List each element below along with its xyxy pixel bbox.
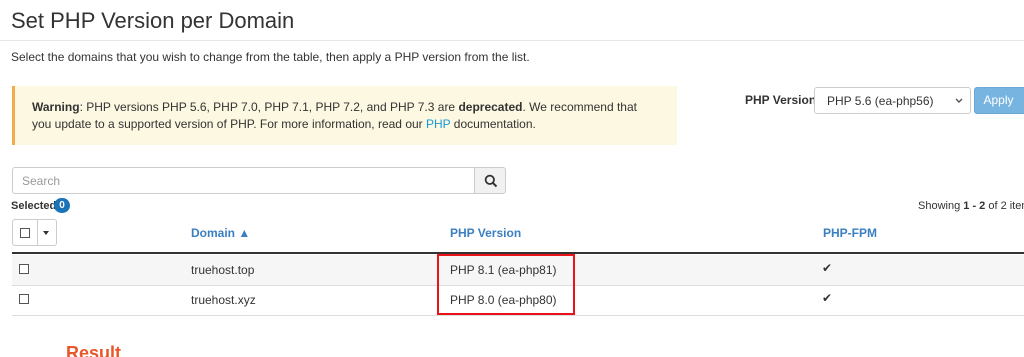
deprecation-warning: Warning: PHP versions PHP 5.6, PHP 7.0, …	[12, 86, 677, 145]
warning-label: Warning	[32, 100, 80, 114]
pagination-prefix: Showing	[918, 200, 964, 212]
search-bar	[12, 167, 506, 194]
table-row[interactable]: truehost.top PHP 8.1 (ea-php81) ✔	[12, 255, 1024, 285]
php-version-cell: PHP 8.0 (ea-php80)	[450, 293, 557, 307]
domain-cell: truehost.xyz	[191, 293, 256, 307]
php-version-select[interactable]: PHP 5.6 (ea-php56)	[814, 87, 971, 114]
select-all-checkbox[interactable]	[20, 228, 30, 238]
chevron-down-icon	[954, 94, 964, 111]
partial-section-heading: Result	[66, 343, 122, 357]
selected-count-badge: 0	[54, 198, 70, 213]
column-header-php-fpm[interactable]: PHP-FPM	[823, 226, 877, 240]
column-header-domain[interactable]: Domain ▲	[191, 226, 250, 240]
search-input[interactable]	[12, 167, 475, 194]
column-header-php-version[interactable]: PHP Version	[450, 226, 521, 240]
selected-label: Selected	[11, 200, 57, 212]
row-checkbox[interactable]	[19, 294, 29, 304]
php-version-cell: PHP 8.1 (ea-php81)	[450, 263, 557, 277]
domain-cell: truehost.top	[191, 263, 255, 277]
apply-button[interactable]: Apply	[974, 87, 1024, 114]
caret-down-icon[interactable]	[43, 231, 49, 235]
page-title: Set PHP Version per Domain	[11, 8, 295, 33]
page-description: Select the domains that you wish to chan…	[11, 50, 530, 64]
table-row[interactable]: truehost.xyz PHP 8.0 (ea-php80) ✔	[12, 286, 1024, 316]
search-icon	[484, 174, 498, 193]
bulk-select-dropdown[interactable]	[12, 219, 57, 246]
pagination-summary: Showing 1 - 2 of 2 items	[918, 200, 1024, 212]
pagination-range: 1 - 2	[963, 200, 986, 212]
php-version-selected: PHP 5.6 (ea-php56)	[827, 94, 934, 108]
row-checkbox[interactable]	[19, 264, 29, 274]
warning-text-3: documentation.	[450, 117, 536, 131]
apply-button-label: Apply	[983, 93, 1014, 107]
checkmark-icon: ✔	[822, 291, 833, 305]
title-divider	[0, 40, 1024, 41]
table-header: Domain ▲ PHP Version PHP-FPM	[12, 217, 1024, 254]
warning-text: : PHP versions PHP 5.6, PHP 7.0, PHP 7.1…	[79, 100, 459, 114]
bulk-select-divider	[37, 220, 38, 245]
checkmark-icon: ✔	[822, 261, 833, 275]
search-button[interactable]	[474, 167, 506, 194]
php-docs-link[interactable]: PHP	[426, 117, 450, 131]
php-version-label: PHP Version	[745, 93, 817, 107]
row-divider	[12, 315, 1024, 316]
warning-deprecated: deprecated	[458, 100, 523, 114]
pagination-suffix: of 2 items	[988, 200, 1024, 212]
